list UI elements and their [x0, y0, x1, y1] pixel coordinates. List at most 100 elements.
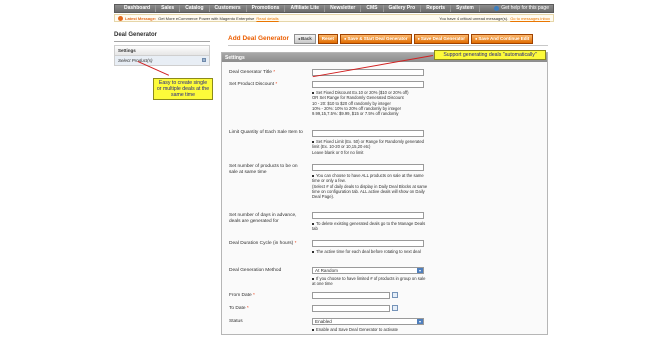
read-details-link[interactable]: Read details [256, 16, 278, 21]
from-date-label-text: From Date [229, 293, 252, 298]
days-advance-input[interactable] [312, 212, 424, 219]
title-label-text: Deal Generator Title [229, 70, 272, 75]
save-icon: ● [417, 36, 420, 41]
limit-input[interactable] [312, 130, 424, 137]
back-button[interactable]: ◂ Back [294, 33, 316, 44]
limit-label: Limit Quantity of Each Sale Item to [229, 130, 303, 135]
days-advance-note-line-text: To delete existing generated deals go to… [312, 221, 426, 232]
message-text: Get More eCommerce Power with Magento En… [158, 15, 255, 21]
nav-affiliate-lite[interactable]: Affiliate Lite [285, 5, 326, 12]
back-arrow-icon: ◂ [298, 36, 301, 41]
status-note-line: Enable and Save Deal Generator to activa… [312, 327, 430, 332]
method-note: If you choose to have limited # of produ… [312, 276, 430, 287]
duration-input[interactable] [312, 240, 424, 247]
chevron-down-icon: ▾ [417, 268, 423, 273]
products-count-input[interactable] [312, 164, 424, 171]
save-start-button[interactable]: ● Save & Start Deal Generator [340, 33, 412, 44]
bullet-icon [312, 174, 314, 177]
save-continue-button-label: Save And Continue Edit [478, 36, 530, 41]
to-date-input[interactable] [312, 305, 390, 312]
nav-gallery-pro[interactable]: Gallery Pro [384, 5, 422, 12]
products-count-note: You can choose to have ALL products on s… [312, 173, 430, 199]
chevron-down-icon: ▾ [417, 319, 423, 324]
nav-system[interactable]: System [451, 5, 480, 12]
required-marker: * [246, 306, 249, 311]
duration-note-line-text: The active time for each deal before rot… [316, 249, 421, 254]
help-link-label: Get help for this page [501, 5, 549, 11]
status-note-line-text: Enable and Save Deal Generator to activa… [316, 327, 398, 332]
status-select-value: Enabled [315, 319, 332, 324]
discount-note-line: 9.99,15,7.5%: $9.99, $15 or 7.5% off ran… [312, 111, 399, 117]
discount-label-text: Set Product Discount [229, 82, 275, 87]
reset-button[interactable]: Reset [317, 33, 339, 44]
callout-auto-generate: Support generating deals "automatically" [434, 50, 546, 60]
sidebar-tab-settings[interactable]: Settings [114, 45, 210, 56]
required-marker: * [275, 82, 278, 87]
method-select[interactable]: At Random ▾ [312, 267, 424, 274]
nav-newsletter[interactable]: Newsletter [325, 5, 362, 12]
duration-note-line: The active time for each deal before rot… [312, 249, 430, 254]
from-date-label: From Date * [229, 293, 307, 299]
days-advance-label: Set number of days in advance, deals are… [229, 213, 297, 224]
bullet-icon [312, 222, 314, 225]
required-marker: * [294, 241, 297, 246]
limit-note-line-text: Set Fixed Limit (Ex. 50) or Range for Ra… [312, 139, 424, 150]
bullet-icon [312, 277, 314, 280]
bullet-icon [312, 250, 314, 253]
nav-reports[interactable]: Reports [421, 5, 452, 12]
nav-cms[interactable]: CMS [361, 5, 384, 12]
status-label: Status [229, 319, 243, 324]
help-icon [494, 6, 500, 11]
save-icon: ● [344, 36, 347, 41]
save-start-button-label: Save & Start Deal Generator [347, 36, 408, 41]
save-continue-button[interactable]: ● Save And Continue Edit [470, 33, 534, 44]
days-advance-note-line: To delete existing generated deals go to… [312, 221, 430, 232]
method-note-line-text: If you choose to have limited # of produ… [312, 276, 426, 287]
save-button[interactable]: ● Save Deal Generator [413, 33, 469, 44]
products-count-note-line: You can choose to have ALL products on s… [312, 173, 430, 184]
sidebar-title: Deal Generator [114, 32, 210, 42]
save-icon: ● [474, 36, 478, 41]
save-button-label: Save Deal Generator [420, 36, 465, 41]
bullet-icon [312, 140, 314, 143]
required-marker: * [253, 293, 255, 298]
nav-promotions[interactable]: Promotions [247, 5, 286, 12]
sidebar-tab-select-products-label: Select Product(s) [118, 58, 153, 63]
limit-note-line: Leave blank or 0 for no limit [312, 149, 364, 155]
products-count-note-line: (Select # of daily deals to display in D… [312, 183, 428, 200]
messages-inbox-link[interactable]: Go to messages inbox [510, 16, 550, 21]
sidebar-tab-select-products[interactable]: Select Product(s) [114, 56, 210, 66]
duration-note: The active time for each deal before rot… [312, 249, 430, 254]
nav-catalog[interactable]: Catalog [180, 5, 210, 12]
from-date-input[interactable] [312, 292, 390, 299]
page-title: Add Deal Generator [228, 35, 290, 42]
status-note: Enable and Save Deal Generator to activa… [312, 327, 430, 332]
products-count-note-line-text: You can choose to have ALL products on s… [312, 173, 424, 184]
days-advance-note: To delete existing generated deals go to… [312, 221, 430, 232]
message-title: Latest Message: [125, 15, 157, 21]
status-select[interactable]: Enabled ▾ [312, 318, 424, 325]
bullet-icon [312, 328, 314, 331]
warning-icon [118, 15, 123, 21]
duration-label-text: Deal Duration Cycle (in hours) [229, 241, 294, 246]
nav-sales[interactable]: Sales [156, 5, 181, 12]
title-label: Deal Generator Title * [229, 70, 307, 76]
limit-note: Set Fixed Limit (Ex. 50) or Range for Ra… [312, 139, 430, 155]
sidebar: Deal Generator Settings Select Product(s… [114, 32, 210, 66]
unread-messages-text: You have 4 critical unread message(s). [439, 15, 509, 21]
limit-note-line: Set Fixed Limit (Ex. 50) or Range for Ra… [312, 139, 430, 150]
method-select-value: At Random [315, 268, 338, 273]
message-bar: Latest Message: Get More eCommerce Power… [114, 14, 554, 22]
callout-multiple-deals: Easy to create single or multiple deals … [153, 78, 213, 100]
calendar-icon[interactable] [392, 305, 398, 311]
calendar-icon[interactable] [392, 292, 398, 298]
nav-customers[interactable]: Customers [210, 5, 247, 12]
help-link[interactable]: Get help for this page [494, 5, 549, 12]
method-label: Deal Generation Method [229, 268, 282, 273]
discount-label: Set Product Discount * [229, 82, 307, 88]
back-button-label: Back [301, 36, 312, 41]
nav-dashboard[interactable]: Dashboard [119, 5, 157, 12]
settings-panel: Settings Deal Generator Title * Set Prod… [221, 52, 548, 335]
duration-label: Deal Duration Cycle (in hours) * [229, 241, 307, 247]
discount-input[interactable] [312, 81, 424, 88]
